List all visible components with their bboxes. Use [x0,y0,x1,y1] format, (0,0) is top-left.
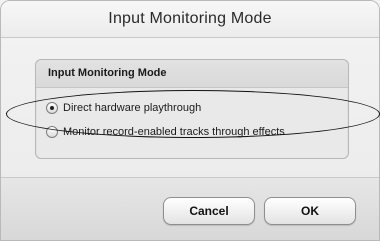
radio-unselected-icon[interactable] [46,126,58,138]
dialog-title: Input Monitoring Mode [108,10,272,27]
option-direct-hardware-label: Direct hardware playthrough [63,102,202,114]
input-monitoring-dialog: Input Monitoring Mode Input Monitoring M… [0,0,380,241]
option-monitor-effects[interactable]: Monitor record-enabled tracks through ef… [46,126,285,138]
cancel-button[interactable]: Cancel [163,197,255,225]
option-monitor-effects-label: Monitor record-enabled tracks through ef… [63,126,285,138]
dialog-titlebar: Input Monitoring Mode [1,1,379,38]
monitoring-mode-panel: Input Monitoring Mode Direct hardware pl… [35,59,349,159]
panel-header: Input Monitoring Mode [36,60,348,88]
option-direct-hardware[interactable]: Direct hardware playthrough [46,102,201,114]
ok-button[interactable]: OK [264,197,356,225]
panel-title: Input Monitoring Mode [48,67,167,79]
radio-selected-icon[interactable] [46,102,58,114]
